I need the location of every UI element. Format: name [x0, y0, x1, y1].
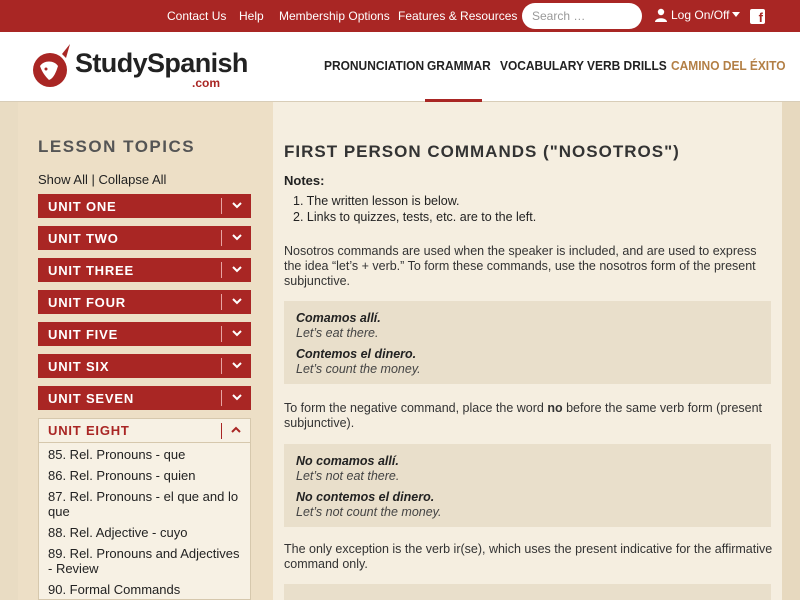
- chevron-down-icon: [232, 330, 242, 337]
- bull-logo-icon: [33, 44, 70, 87]
- lesson-sidebar: LESSON TOPICS Show All | Collapse All UN…: [18, 102, 273, 600]
- nav-pronunciation[interactable]: PRONUNCIATION: [324, 58, 424, 73]
- chevron-down-icon: [232, 266, 242, 273]
- collapse-all-link[interactable]: Collapse All: [99, 172, 167, 187]
- unit-two-toggle[interactable]: UNIT TWO: [38, 226, 251, 250]
- features-resources-link[interactable]: Features & Resources: [398, 9, 517, 23]
- notes-list: 1. The written lesson is below. 2. Links…: [284, 193, 536, 225]
- facebook-icon[interactable]: f: [750, 9, 765, 24]
- unit-label: UNIT ONE: [48, 199, 117, 214]
- text-part: To form the negative command, place the …: [284, 401, 548, 415]
- unit-label: UNIT TWO: [48, 231, 119, 246]
- topic-link[interactable]: 90. Formal Commands: [48, 582, 246, 597]
- intro-paragraph: Nosotros commands are used when the spea…: [284, 244, 757, 288]
- note-item: 2. Links to quizzes, tests, etc. are to …: [293, 210, 537, 224]
- search-box: [522, 3, 642, 29]
- english-translation: Let’s count the money.: [296, 362, 421, 376]
- show-collapse-controls: Show All | Collapse All: [38, 172, 166, 187]
- unit-eight-panel: UNIT EIGHT 85. Rel. Pronouns - que 86. R…: [38, 418, 251, 600]
- chevron-up-icon: [231, 426, 241, 433]
- unit-label: UNIT EIGHT: [48, 423, 130, 438]
- separator: [221, 230, 222, 246]
- separator: [221, 262, 222, 278]
- unit-one-toggle[interactable]: UNIT ONE: [38, 194, 251, 218]
- unit-eight-toggle[interactable]: UNIT EIGHT: [39, 419, 250, 443]
- site-header: StudySpanish .com PRONUNCIATION GRAMMAR …: [0, 32, 800, 102]
- login-menu[interactable]: Log On/Off: [654, 8, 741, 22]
- spanish-example: No contemos el dinero.: [296, 490, 435, 504]
- topic-link[interactable]: 85. Rel. Pronouns - que: [48, 447, 246, 462]
- separator: [221, 358, 222, 374]
- lesson-topics-heading: LESSON TOPICS: [38, 137, 196, 156]
- top-utility-bar: Contact Us Help Membership Options Featu…: [0, 0, 800, 32]
- chevron-down-icon: [232, 234, 242, 241]
- nav-verb-drills[interactable]: VERB DRILLS: [587, 58, 667, 73]
- lesson-content: FIRST PERSON COMMANDS ("NOSOTROS") Notes…: [273, 102, 782, 600]
- negative-paragraph: To form the negative command, place the …: [284, 401, 774, 431]
- login-label: Log On/Off: [671, 8, 730, 22]
- example-box: Comamos allí. Let’s eat there. Contemos …: [284, 301, 771, 384]
- english-translation: Let’s not count the money.: [296, 505, 442, 519]
- separator: [221, 423, 222, 439]
- unit-five-toggle[interactable]: UNIT FIVE: [38, 322, 251, 346]
- unit-eight-topics: 85. Rel. Pronouns - que 86. Rel. Pronoun…: [39, 443, 250, 597]
- user-icon: [655, 8, 667, 22]
- logo-text: StudySpanish: [75, 48, 248, 78]
- english-translation: Let’s eat there.: [296, 326, 379, 340]
- chevron-down-icon: [232, 202, 242, 209]
- unit-label: UNIT SIX: [48, 359, 110, 374]
- separator: [221, 198, 222, 214]
- unit-label: UNIT FOUR: [48, 295, 126, 310]
- unit-three-toggle[interactable]: UNIT THREE: [38, 258, 251, 282]
- topic-link[interactable]: 89. Rel. Pronouns and Adjectives - Revie…: [48, 546, 246, 576]
- page-title: FIRST PERSON COMMANDS ("NOSOTROS"): [284, 142, 680, 161]
- note-item: 1. The written lesson is below.: [293, 194, 460, 208]
- contact-us-link[interactable]: Contact Us: [167, 9, 226, 23]
- emphasis-no: no: [547, 401, 563, 415]
- separator: [221, 390, 222, 406]
- example-box: No comamos allí. Let’s not eat there. No…: [284, 444, 771, 527]
- example-box: [284, 584, 771, 600]
- spanish-example: No comamos allí.: [296, 454, 399, 468]
- nav-camino-del-exito[interactable]: CAMINO DEL ÉXITO: [671, 58, 786, 73]
- divider: |: [91, 172, 95, 187]
- show-all-link[interactable]: Show All: [38, 172, 88, 187]
- unit-label: UNIT FIVE: [48, 327, 119, 342]
- site-logo[interactable]: StudySpanish .com: [32, 42, 248, 90]
- chevron-down-icon: [232, 298, 242, 305]
- chevron-down-icon: [232, 394, 242, 401]
- nav-grammar[interactable]: GRAMMAR: [427, 58, 491, 73]
- spanish-example: Contemos el dinero.: [296, 347, 417, 361]
- separator: [221, 326, 222, 342]
- page-background-strip: [782, 102, 800, 600]
- topic-link[interactable]: 88. Rel. Adjective - cuyo: [48, 525, 246, 540]
- notes-label: Notes:: [284, 173, 325, 188]
- caret-down-icon: [732, 12, 741, 17]
- logo-suffix: .com: [192, 76, 221, 90]
- unit-label: UNIT SEVEN: [48, 391, 135, 406]
- separator: [221, 294, 222, 310]
- search-input[interactable]: [522, 3, 642, 29]
- membership-options-link[interactable]: Membership Options: [279, 9, 390, 23]
- chevron-down-icon: [232, 362, 242, 369]
- topic-link[interactable]: 87. Rel. Pronouns - el que and lo que: [48, 489, 246, 519]
- topic-link[interactable]: 86. Rel. Pronouns - quien: [48, 468, 246, 483]
- unit-six-toggle[interactable]: UNIT SIX: [38, 354, 251, 378]
- unit-label: UNIT THREE: [48, 263, 134, 278]
- unit-four-toggle[interactable]: UNIT FOUR: [38, 290, 251, 314]
- help-link[interactable]: Help: [239, 9, 264, 23]
- spanish-example: Comamos allí.: [296, 311, 381, 325]
- english-translation: Let’s not eat there.: [296, 469, 400, 483]
- exception-paragraph: The only exception is the verb ir(se), w…: [284, 542, 773, 571]
- unit-seven-toggle[interactable]: UNIT SEVEN: [38, 386, 251, 410]
- nav-vocabulary[interactable]: VOCABULARY: [500, 58, 584, 73]
